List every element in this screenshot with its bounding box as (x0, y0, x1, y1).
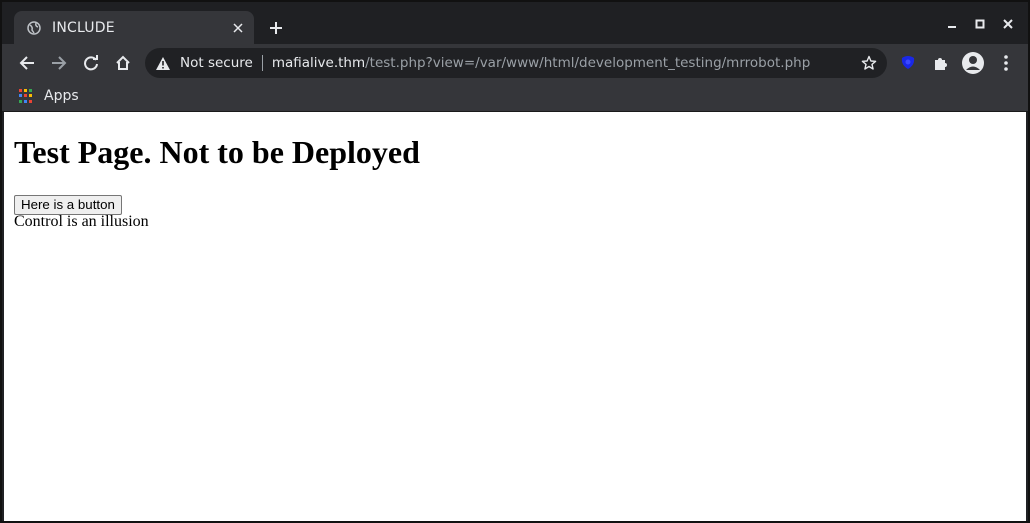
maximize-icon[interactable] (966, 12, 994, 36)
page-heading: Test Page. Not to be Deployed (14, 134, 420, 170)
minimize-icon[interactable] (938, 12, 966, 36)
reload-icon[interactable] (78, 50, 104, 76)
globe-icon (26, 20, 42, 36)
browser-window: INCLUDE Not secure mafialive.thm /test.p… (0, 0, 1030, 523)
here-is-a-button[interactable]: Here is a button (14, 195, 122, 215)
apps-shortcut[interactable]: Apps (19, 85, 79, 107)
apps-grid-icon (19, 89, 33, 103)
back-icon[interactable] (14, 50, 40, 76)
window-controls (938, 12, 1022, 36)
bookmarks-bar: Apps (2, 81, 1028, 112)
page-text: Control is an illusion (14, 213, 149, 230)
url-path: /test.php?view=/var/www/html/development… (365, 55, 811, 71)
new-tab-button[interactable] (264, 16, 288, 40)
address-bar[interactable]: Not secure mafialive.thm /test.php?view=… (145, 48, 887, 78)
close-icon[interactable] (228, 18, 248, 38)
warning-icon[interactable] (155, 55, 171, 71)
close-window-icon[interactable] (994, 12, 1022, 36)
tab-strip: INCLUDE (2, 2, 1028, 44)
toolbar: Not secure mafialive.thm /test.php?view=… (2, 44, 1028, 81)
bookmark-star-icon[interactable] (859, 53, 879, 73)
menu-kebab-icon[interactable] (993, 50, 1019, 76)
tab-include[interactable]: INCLUDE (14, 11, 254, 44)
page-content: Test Page. Not to be Deployed Here is a … (4, 112, 1026, 521)
apps-label: Apps (44, 88, 79, 104)
extension-icon[interactable] (895, 50, 921, 76)
forward-icon[interactable] (46, 50, 72, 76)
profile-avatar-icon[interactable] (960, 50, 986, 76)
puzzle-icon[interactable] (928, 50, 954, 76)
tab-title: INCLUDE (52, 19, 115, 36)
security-label[interactable]: Not secure (180, 55, 253, 71)
home-icon[interactable] (110, 50, 136, 76)
url-host: mafialive.thm (271, 55, 366, 71)
omnibox-divider (261, 55, 263, 71)
